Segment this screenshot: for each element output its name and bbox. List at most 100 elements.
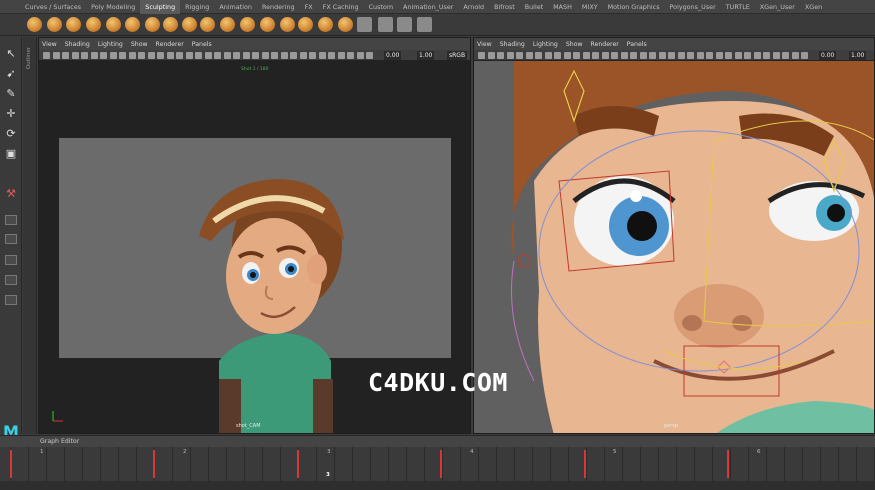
viewport-toolbar-icon[interactable] — [668, 52, 675, 59]
shelf-tab[interactable]: Rigging — [180, 0, 214, 14]
sculpt-brush-icon[interactable] — [86, 17, 101, 32]
panel-menu-item[interactable]: Lighting — [533, 41, 558, 48]
viewport-toolbar-icon[interactable] — [43, 52, 50, 59]
sculpt-brush-icon[interactable] — [163, 17, 178, 32]
shelf-tab[interactable]: Bifrost — [489, 0, 520, 14]
persp-viewport[interactable]: persp — [474, 61, 874, 433]
viewport-toolbar-icon[interactable] — [658, 52, 666, 59]
sculpt-brush-icon[interactable] — [145, 17, 160, 32]
shelf-tab[interactable]: XGen — [800, 0, 827, 14]
single-view-icon[interactable] — [5, 215, 17, 225]
viewport-toolbar-icon[interactable] — [309, 52, 316, 59]
viewport-toolbar-icon[interactable] — [252, 52, 259, 59]
four-view-icon[interactable] — [5, 234, 17, 244]
sculpt-brush-icon[interactable] — [66, 17, 81, 32]
paint-select-icon[interactable]: ✎ — [4, 87, 18, 101]
viewport-toolbar-icon[interactable] — [81, 52, 88, 59]
viewport-toolbar-icon[interactable] — [223, 52, 231, 59]
viewport-toolbar-icon[interactable] — [128, 52, 136, 59]
last-tool-icon[interactable]: ⚒ — [4, 187, 18, 201]
sculpt-brush-icon[interactable] — [417, 17, 432, 32]
viewport-toolbar-icon[interactable] — [649, 52, 656, 59]
shelf-tab[interactable]: Animation — [214, 0, 257, 14]
sculpt-brush-icon[interactable] — [240, 17, 255, 32]
shelf-tab[interactable]: Poly Modeling — [86, 0, 140, 14]
panel-menu-item[interactable]: Panels — [627, 41, 647, 48]
sculpt-brush-icon[interactable] — [220, 17, 235, 32]
viewport-toolbar-icon[interactable] — [506, 52, 514, 59]
exposure-field[interactable]: 0.00 — [384, 51, 402, 60]
shelf-tab[interactable]: TURTLE — [721, 0, 755, 14]
viewport-toolbar-icon[interactable] — [299, 52, 307, 59]
viewport-toolbar-icon[interactable] — [157, 52, 164, 59]
viewport-toolbar-icon[interactable] — [176, 52, 183, 59]
current-frame-indicator[interactable]: 3 — [326, 472, 330, 478]
panel-menu-item[interactable]: Show — [131, 41, 148, 48]
viewport-toolbar-icon[interactable] — [535, 52, 542, 59]
shelf-tab[interactable]: MASH — [548, 0, 577, 14]
viewport-toolbar-icon[interactable] — [347, 52, 354, 59]
viewport-toolbar-icon[interactable] — [52, 52, 60, 59]
viewport-toolbar-icon[interactable] — [516, 52, 523, 59]
rotate-tool-icon[interactable]: ⟳ — [4, 127, 18, 141]
two-view-icon[interactable] — [5, 255, 17, 265]
viewport-toolbar-icon[interactable] — [337, 52, 345, 59]
viewport-toolbar-icon[interactable] — [687, 52, 694, 59]
panel-menu-item[interactable]: Panels — [192, 41, 212, 48]
viewport-toolbar-icon[interactable] — [109, 52, 117, 59]
sculpt-brush-icon[interactable] — [106, 17, 121, 32]
viewport-toolbar-icon[interactable] — [601, 52, 609, 59]
viewport-toolbar-icon[interactable] — [706, 52, 713, 59]
range-slider[interactable] — [0, 481, 875, 490]
viewport-toolbar-icon[interactable] — [242, 52, 250, 59]
viewport-toolbar-icon[interactable] — [71, 52, 79, 59]
shelf-tab[interactable]: MIXY — [577, 0, 603, 14]
viewport-toolbar-icon[interactable] — [318, 52, 326, 59]
lasso-tool-icon[interactable]: ➹ — [4, 67, 18, 81]
sculpt-brush-icon[interactable] — [260, 17, 275, 32]
viewport-toolbar-icon[interactable] — [801, 52, 808, 59]
shelf-tab[interactable]: Curves / Surfaces — [20, 0, 86, 14]
panel-menu-item[interactable]: Shading — [500, 41, 525, 48]
scale-tool-icon[interactable]: ▣ — [4, 147, 18, 161]
viewport-toolbar-icon[interactable] — [611, 52, 618, 59]
panel-menu-item[interactable]: View — [42, 41, 57, 48]
viewport-toolbar-icon[interactable] — [185, 52, 193, 59]
shelf-tab[interactable]: FX Caching — [318, 0, 364, 14]
viewport-toolbar-icon[interactable] — [478, 52, 485, 59]
graph-editor-bar[interactable]: Graph Editor — [0, 435, 875, 447]
sculpt-brush-icon[interactable] — [338, 17, 353, 32]
shelf-tab[interactable]: Animation_User — [398, 0, 458, 14]
shelf-tab[interactable]: Rendering — [257, 0, 300, 14]
viewport-toolbar-icon[interactable] — [677, 52, 685, 59]
panel-menu-item[interactable]: Show — [566, 41, 583, 48]
graph-persp-icon[interactable] — [5, 295, 17, 305]
viewport-toolbar-icon[interactable] — [138, 52, 145, 59]
viewport-toolbar-icon[interactable] — [696, 52, 704, 59]
viewport-toolbar-icon[interactable] — [487, 52, 495, 59]
viewport-toolbar-icon[interactable] — [782, 52, 789, 59]
viewport-toolbar-icon[interactable] — [544, 52, 552, 59]
select-tool-icon[interactable]: ↖ — [4, 47, 18, 61]
shelf-tab[interactable]: XGen_User — [755, 0, 800, 14]
viewport-toolbar-icon[interactable] — [100, 52, 107, 59]
viewport-toolbar-icon[interactable] — [630, 52, 637, 59]
outliner-strip[interactable]: Outliner — [23, 37, 37, 434]
viewport-toolbar-icon[interactable] — [233, 52, 240, 59]
shelf-tab[interactable]: Arnold — [458, 0, 489, 14]
keyframe-marker[interactable] — [584, 450, 586, 478]
viewport-toolbar-icon[interactable] — [563, 52, 571, 59]
viewport-toolbar-icon[interactable] — [204, 52, 212, 59]
viewport-toolbar-icon[interactable] — [620, 52, 628, 59]
viewport-toolbar-icon[interactable] — [639, 52, 647, 59]
viewport-toolbar-icon[interactable] — [214, 52, 221, 59]
sculpt-brush-icon[interactable] — [378, 17, 393, 32]
shelf-tab[interactable]: Bullet — [520, 0, 548, 14]
viewport-toolbar-icon[interactable] — [356, 52, 364, 59]
outliner-persp-icon[interactable] — [5, 275, 17, 285]
keyframe-marker[interactable] — [10, 450, 12, 478]
viewport-toolbar-icon[interactable] — [525, 52, 533, 59]
viewport-toolbar-icon[interactable] — [280, 52, 288, 59]
panel-menu-item[interactable]: Renderer — [156, 41, 184, 48]
sculpt-brush-icon[interactable] — [357, 17, 372, 32]
